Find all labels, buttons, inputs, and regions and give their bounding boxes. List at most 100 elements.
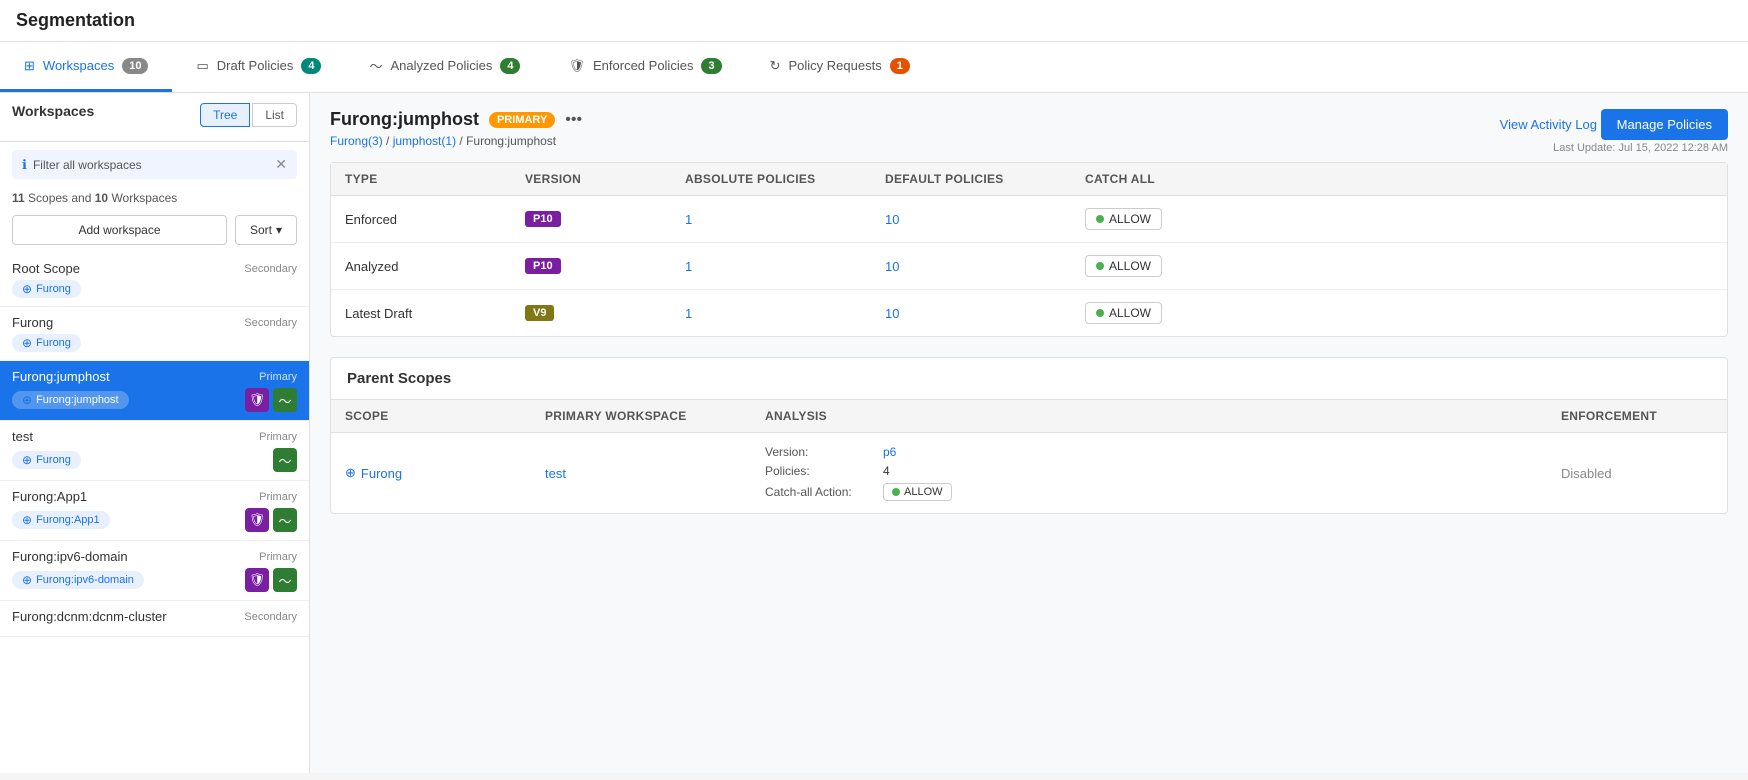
list-item[interactable]: Furong:ipv6-domain Primary ⊕ Furong:ipv6… [0, 541, 309, 601]
sort-button[interactable]: Sort ▾ [235, 215, 297, 245]
shield-icon: 🛡 [245, 568, 269, 592]
allow-dot [1096, 215, 1104, 223]
draft-icon: ▭ [196, 58, 208, 74]
analysis-catchall-row: Catch-all Action: ALLOW [765, 483, 952, 501]
version-badge: V9 [525, 305, 554, 321]
cell-catchall: ALLOW [1071, 196, 1727, 242]
table-row: Analyzed P10 1 10 ALLOW [331, 243, 1727, 290]
list-item[interactable]: Furong:jumphost Primary ⊕ Furong:jumphos… [0, 361, 309, 421]
cell-catchall: ALLOW [1071, 243, 1727, 289]
wave-icon: 〜 [273, 568, 297, 592]
enforced-icon: 🛡 [568, 58, 585, 74]
analysis-version-row: Version: p6 [765, 445, 952, 459]
absolute-count-link[interactable]: 1 [685, 259, 692, 274]
view-toggle: Tree List [200, 103, 297, 127]
shield-icon: 🛡 [245, 388, 269, 412]
absolute-count-link[interactable]: 1 [685, 306, 692, 321]
panel-header: Furong:jumphost PRIMARY ••• [330, 109, 582, 130]
filter-text: Filter all workspaces [33, 158, 142, 172]
tree-view-button[interactable]: Tree [200, 103, 250, 127]
ws-item-name: Furong:dcnm:dcnm-cluster [12, 609, 167, 624]
default-count-link[interactable]: 10 [885, 306, 899, 321]
scope-cell-analysis: Version: p6 Policies: 4 Catch-all Action… [751, 433, 1547, 513]
allow-dot [1096, 309, 1104, 317]
tab-analyzed[interactable]: 〜 Analyzed Policies 4 [345, 42, 544, 92]
breadcrumb: Furong(3) / jumphost(1) / Furong:jumphos… [330, 134, 582, 148]
table-row: Latest Draft V9 1 10 ALLOW [331, 290, 1727, 336]
main-tabs: ⊞ Workspaces 10 ▭ Draft Policies 4 〜 Ana… [0, 42, 1748, 93]
workspace-link[interactable]: test [545, 466, 566, 481]
tab-draft-badge: 4 [301, 58, 321, 74]
scope-icon: ⊕ [22, 393, 32, 407]
scope-count: 11 Scopes and 10 Workspaces [0, 187, 309, 211]
tab-draft[interactable]: ▭ Draft Policies 4 [172, 42, 345, 92]
table-row: Enforced P10 1 10 ALLOW [331, 196, 1727, 243]
cell-version: V9 [511, 290, 671, 336]
ws-item-name: Furong:ipv6-domain [12, 549, 128, 564]
scope-number: 11 [12, 191, 25, 205]
cell-version: P10 [511, 243, 671, 289]
header-actions: View Activity Log Manage Policies Last U… [1500, 109, 1728, 154]
allow-badge: ALLOW [1085, 208, 1162, 230]
cell-type: Analyzed [331, 243, 511, 289]
scope-link[interactable]: ⊕ Furong [345, 465, 402, 481]
add-workspace-button[interactable]: Add workspace [12, 215, 227, 245]
list-item[interactable]: Furong:App1 Primary ⊕ Furong:App1 🛡 〜 [0, 481, 309, 541]
filter-close-button[interactable]: ✕ [275, 156, 287, 173]
policies-table: Type Version Absolute Policies Default P… [330, 162, 1728, 337]
tab-workspaces-label: Workspaces [43, 58, 114, 73]
col-header-type: Type [331, 163, 511, 195]
view-activity-log-button[interactable]: View Activity Log [1500, 117, 1597, 132]
primary-badge: PRIMARY [489, 112, 555, 128]
sidebar: Workspaces Tree List ℹ Filter all worksp… [0, 93, 310, 773]
scope-icon: ⊕ [22, 573, 32, 587]
tab-workspaces[interactable]: ⊞ Workspaces 10 [0, 42, 172, 92]
col-header-default: Default Policies [871, 163, 1071, 195]
list-view-button[interactable]: List [252, 103, 297, 127]
more-options-button[interactable]: ••• [565, 111, 582, 129]
tab-analyzed-badge: 4 [500, 58, 520, 74]
breadcrumb-jumphost[interactable]: jumphost(1) [393, 134, 456, 148]
tab-requests[interactable]: ↻ Policy Requests 1 [746, 42, 934, 92]
list-item[interactable]: test Primary ⊕ Furong 〜 [0, 421, 309, 481]
workspace-list: Root Scope Secondary ⊕ Furong Furong Sec… [0, 253, 309, 773]
list-item[interactable]: Root Scope Secondary ⊕ Furong [0, 253, 309, 307]
ws-scope-tag: ⊕ Furong [12, 451, 81, 469]
manage-policies-button[interactable]: Manage Policies [1601, 109, 1728, 140]
wave-icon: 〜 [273, 388, 297, 412]
workspace-icon: ⊞ [24, 58, 35, 74]
ws-item-type: Primary [259, 431, 297, 443]
col-header-catchall: Catch All [1071, 163, 1727, 195]
scope-cell-enforcement: Disabled [1547, 433, 1727, 513]
list-item[interactable]: Furong Secondary ⊕ Furong [0, 307, 309, 361]
absolute-count-link[interactable]: 1 [685, 212, 692, 227]
ws-item-type: Secondary [244, 611, 297, 623]
tab-requests-label: Policy Requests [788, 58, 881, 73]
tab-enforced-badge: 3 [701, 58, 721, 74]
allow-badge: ALLOW [1085, 255, 1162, 277]
ws-scope-tag: ⊕ Furong [12, 280, 81, 298]
tab-draft-label: Draft Policies [217, 58, 294, 73]
scope-icon: ⊕ [22, 453, 32, 467]
wave-icon: 〜 [273, 508, 297, 532]
tab-enforced[interactable]: 🛡 Enforced Policies 3 [544, 42, 745, 92]
ws-scope-tag: ⊕ Furong:jumphost [12, 391, 129, 409]
breadcrumb-furong[interactable]: Furong(3) [330, 134, 383, 148]
cell-absolute: 1 [671, 243, 871, 289]
cell-default: 10 [871, 290, 1071, 336]
ws-item-type: Primary [259, 491, 297, 503]
main-panel: Furong:jumphost PRIMARY ••• Furong(3) / … [310, 93, 1748, 773]
panel-title: Furong:jumphost [330, 109, 479, 130]
default-count-link[interactable]: 10 [885, 259, 899, 274]
list-item[interactable]: Furong:dcnm:dcnm-cluster Secondary [0, 601, 309, 637]
scope-icon: ⊕ [22, 513, 32, 527]
tab-enforced-label: Enforced Policies [593, 58, 693, 73]
parent-scopes-title: Parent Scopes [331, 358, 1727, 400]
scope-icon: ⊕ [22, 282, 32, 296]
add-sort-row: Add workspace Sort ▾ [0, 211, 309, 253]
analysis-version-link[interactable]: p6 [883, 445, 896, 459]
cell-type: Enforced [331, 196, 511, 242]
scope-col-header-analysis: Analysis [751, 400, 1547, 432]
default-count-link[interactable]: 10 [885, 212, 899, 227]
scope-col-header-enforcement: Enforcement [1547, 400, 1727, 432]
